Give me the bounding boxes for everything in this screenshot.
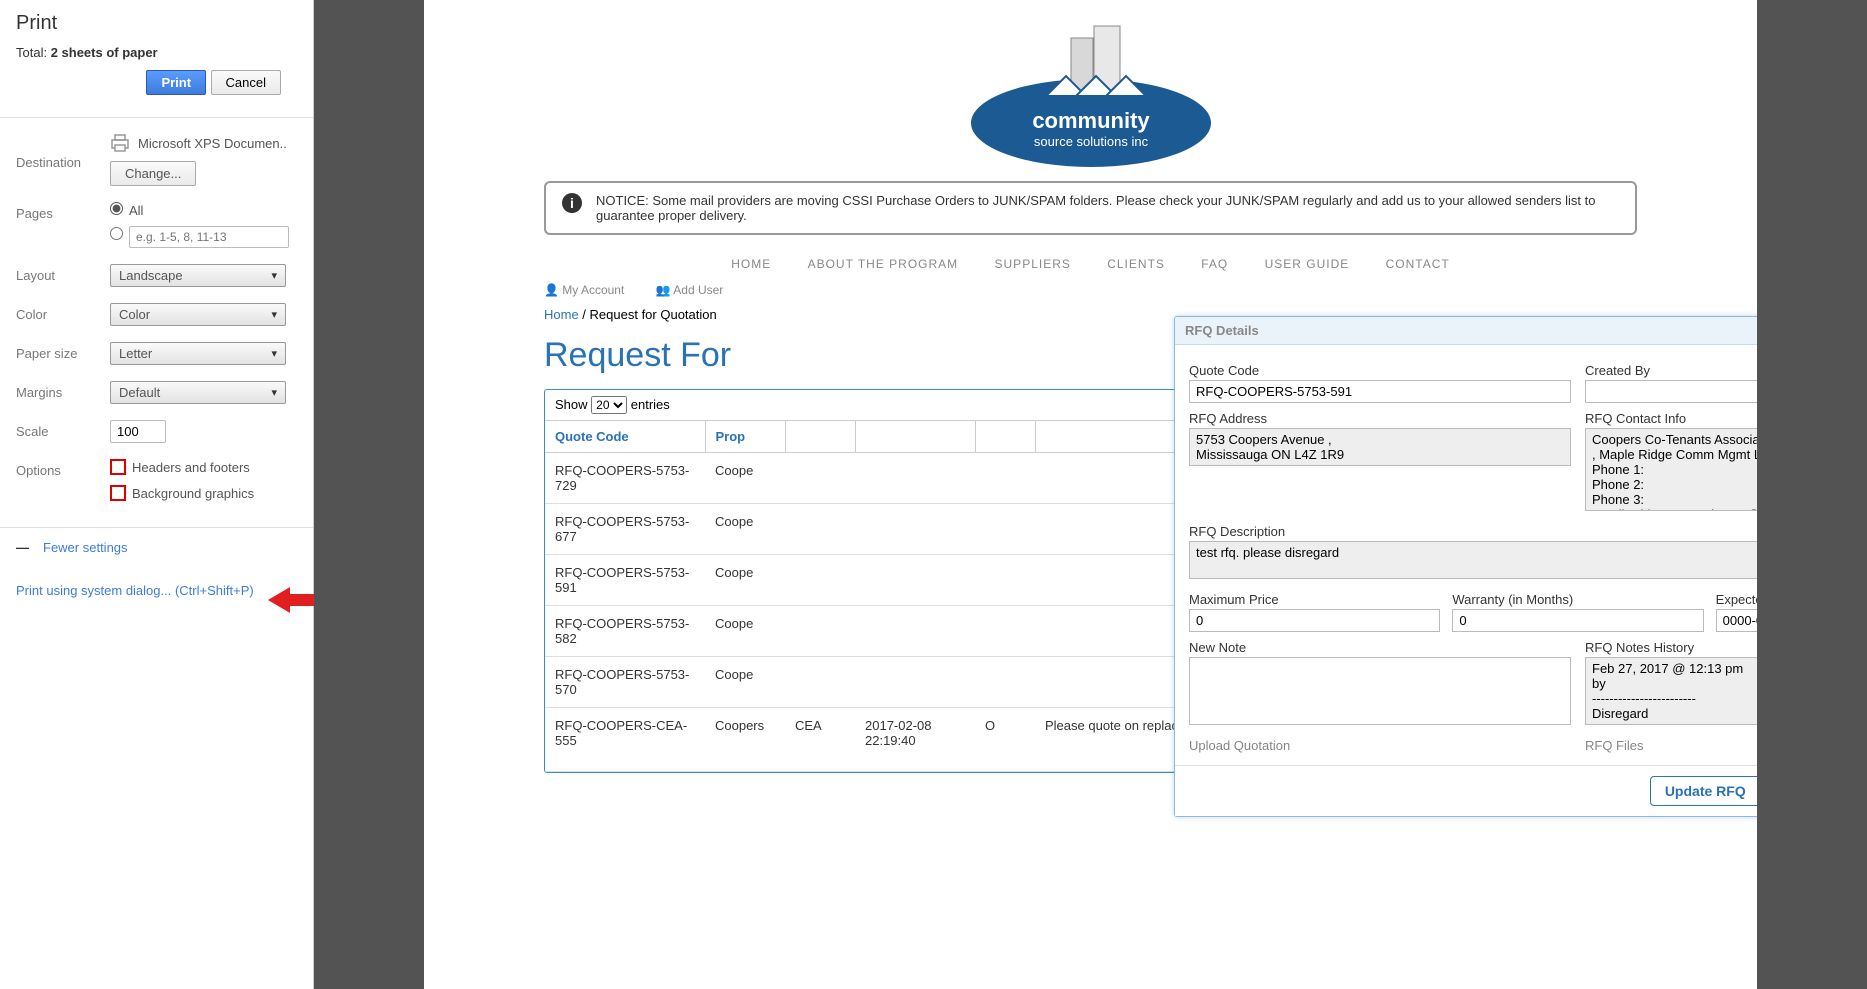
- col-property[interactable]: Prop: [705, 421, 785, 453]
- print-title: Print: [16, 12, 297, 35]
- rfq-description-label: RFQ Description: [1189, 524, 1757, 539]
- breadcrumb-home[interactable]: Home: [544, 307, 579, 322]
- rfq-contact-field[interactable]: [1585, 428, 1757, 511]
- rfq-address-field[interactable]: [1189, 428, 1571, 466]
- print-sidebar: Print Total: 2 sheets of paper Print Can…: [0, 0, 314, 989]
- warranty-label: Warranty (in Months): [1452, 592, 1703, 607]
- pages-range-input[interactable]: [129, 226, 289, 248]
- start-date-label: Expected Start Date: [1716, 592, 1757, 607]
- nav-contact[interactable]: CONTACT: [1386, 257, 1450, 271]
- print-preview-viewport: community source solutions inc i NOTICE:…: [314, 0, 1867, 989]
- nav-suppliers[interactable]: SUPPLIERS: [995, 257, 1071, 271]
- account-bar: 👤 My Account 👥 Add User: [424, 277, 1757, 303]
- scale-label: Scale: [16, 420, 110, 439]
- cancel-button[interactable]: Cancel: [211, 70, 281, 95]
- pages-label: Pages: [16, 202, 110, 221]
- nav-guide[interactable]: USER GUIDE: [1265, 257, 1350, 271]
- annotation-arrow-icon: [268, 585, 318, 620]
- nav-about[interactable]: ABOUT THE PROGRAM: [808, 257, 959, 271]
- change-destination-button[interactable]: Change...: [110, 161, 196, 186]
- notes-history-field[interactable]: [1585, 657, 1757, 725]
- max-price-label: Maximum Price: [1189, 592, 1440, 607]
- my-account-link[interactable]: 👤 My Account: [544, 283, 624, 297]
- new-note-label: New Note: [1189, 640, 1571, 655]
- max-price-field[interactable]: [1189, 609, 1440, 632]
- scale-input[interactable]: [110, 420, 166, 443]
- nav-faq[interactable]: FAQ: [1201, 257, 1228, 271]
- nav-home[interactable]: HOME: [731, 257, 771, 271]
- entries-select[interactable]: 20: [591, 396, 627, 414]
- minus-icon: —: [16, 540, 29, 555]
- notes-history-label: RFQ Notes History: [1585, 640, 1757, 655]
- paper-size-select[interactable]: Letter: [110, 342, 286, 365]
- pages-all-radio[interactable]: [110, 202, 123, 215]
- preview-page: community source solutions inc i NOTICE:…: [424, 0, 1757, 989]
- destination-value: Microsoft XPS Documen..: [138, 136, 287, 151]
- rfq-contact-label: RFQ Contact Info: [1585, 411, 1757, 426]
- notice-banner: i NOTICE: Some mail providers are moving…: [544, 181, 1637, 235]
- color-label: Color: [16, 303, 110, 322]
- rfq-description-field[interactable]: [1189, 541, 1757, 579]
- col-quote-code[interactable]: Quote Code: [545, 421, 705, 453]
- system-dialog-link[interactable]: Print using system dialog... (Ctrl+Shift…: [0, 567, 313, 614]
- svg-text:source solutions inc: source solutions inc: [1033, 134, 1148, 149]
- fewer-settings-link[interactable]: —Fewer settings: [0, 527, 313, 567]
- upload-quotation-label: Upload Quotation: [1189, 738, 1571, 753]
- top-nav: HOME ABOUT THE PROGRAM SUPPLIERS CLIENTS…: [424, 251, 1757, 277]
- layout-label: Layout: [16, 264, 110, 283]
- rfq-details-modal: RFQ Details Quote Code Created By: [1174, 316, 1757, 817]
- info-icon: i: [562, 193, 582, 213]
- nav-clients[interactable]: CLIENTS: [1107, 257, 1165, 271]
- layout-select[interactable]: Landscape: [110, 264, 286, 287]
- warranty-field[interactable]: [1452, 609, 1703, 632]
- print-total: Total: 2 sheets of paper: [16, 45, 297, 60]
- background-graphics-checkbox[interactable]: [110, 485, 126, 501]
- start-date-field[interactable]: [1716, 609, 1757, 632]
- pages-range-radio[interactable]: [110, 227, 123, 240]
- margins-select[interactable]: Default: [110, 381, 286, 404]
- margins-label: Margins: [16, 381, 110, 400]
- headers-footers-checkbox[interactable]: [110, 459, 126, 475]
- svg-text:community: community: [1032, 108, 1150, 133]
- paper-size-label: Paper size: [16, 342, 110, 361]
- rfq-files-label: RFQ Files: [1585, 738, 1757, 753]
- new-note-field[interactable]: [1189, 657, 1571, 725]
- created-by-field[interactable]: [1585, 380, 1757, 403]
- color-select[interactable]: Color: [110, 303, 286, 326]
- modal-title: RFQ Details: [1185, 323, 1259, 338]
- quote-code-label: Quote Code: [1189, 363, 1571, 378]
- printer-icon: [110, 134, 130, 155]
- destination-label: Destination: [16, 151, 110, 170]
- options-label: Options: [16, 459, 110, 478]
- logo: community source solutions inc: [424, 0, 1757, 181]
- rfq-address-label: RFQ Address: [1189, 411, 1571, 426]
- update-rfq-button[interactable]: Update RFQ: [1650, 776, 1757, 806]
- created-by-label: Created By: [1585, 363, 1757, 378]
- add-user-link[interactable]: 👥 Add User: [656, 283, 724, 297]
- quote-code-field[interactable]: [1189, 380, 1571, 403]
- print-button[interactable]: Print: [146, 70, 206, 95]
